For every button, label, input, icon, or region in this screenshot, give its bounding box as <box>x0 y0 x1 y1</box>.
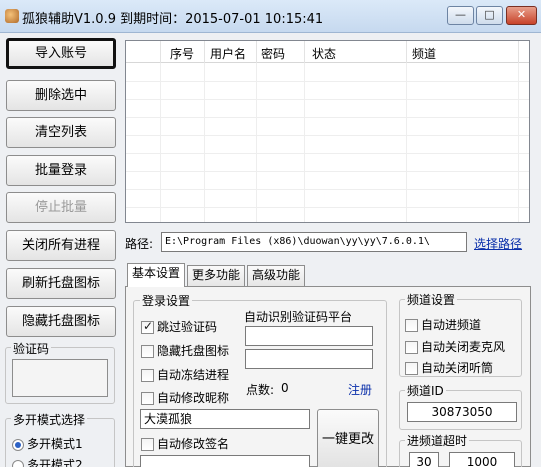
auto-enter-channel-checkbox[interactable]: 自动进频道 <box>405 316 481 333</box>
column-header-username[interactable]: 用户名 <box>210 45 246 62</box>
window-title: 孤狼辅助V1.0.9 到期时间：2015-07-01 10:15:41 <box>22 12 324 27</box>
auto-freeze-checkbox[interactable]: 自动冻结进程 <box>141 366 229 383</box>
minimize-button[interactable]: — <box>447 6 474 25</box>
checkbox-icon <box>141 438 154 451</box>
column-header-password[interactable]: 密码 <box>261 45 285 62</box>
login-settings-label: 登录设置 <box>140 292 193 309</box>
checkbox-icon <box>405 362 418 375</box>
checkbox-icon <box>405 319 418 332</box>
column-header-index[interactable]: 序号 <box>170 45 194 62</box>
clear-list-button[interactable]: 清空列表 <box>6 117 116 148</box>
captcha-image <box>12 359 108 397</box>
checkbox-icon <box>141 369 154 382</box>
checkbox-icon <box>141 392 154 405</box>
apply-changes-button[interactable]: 一键更改 <box>317 409 379 467</box>
captcha-label: 验证码 <box>11 340 52 357</box>
points-value: 0 <box>281 381 289 395</box>
timeout-input-2[interactable]: 1000 <box>449 452 515 467</box>
checkbox-icon <box>405 341 418 354</box>
path-label: 路径: <box>125 237 154 251</box>
signature-input[interactable]: ... <box>140 455 310 467</box>
column-header-channel[interactable]: 频道 <box>412 45 436 62</box>
app-icon <box>5 9 19 23</box>
choose-path-link[interactable]: 选择路径 <box>474 235 522 252</box>
batch-login-button[interactable]: 批量登录 <box>6 155 116 186</box>
tab-advanced-features[interactable]: 高级功能 <box>247 265 305 286</box>
hide-tray-icon-button[interactable]: 隐藏托盘图标 <box>6 306 116 337</box>
delete-selected-button[interactable]: 删除选中 <box>6 80 116 111</box>
captcha-platform-label: 自动识别验证码平台 <box>244 310 353 324</box>
checkbox-icon <box>141 345 154 358</box>
checkbox-icon <box>141 319 154 334</box>
multi-mode-2-option[interactable]: 多开模式2 <box>12 456 83 467</box>
refresh-tray-icon-button[interactable]: 刷新托盘图标 <box>6 268 116 299</box>
close-button[interactable]: ✕ <box>506 6 537 25</box>
tab-more-features[interactable]: 更多功能 <box>187 265 245 286</box>
tab-basic-settings[interactable]: 基本设置 <box>127 263 185 287</box>
auto-close-listen-checkbox[interactable]: 自动关闭听筒 <box>405 359 493 376</box>
title-bar: 孤狼辅助V1.0.9 到期时间：2015-07-01 10:15:41 — □ … <box>0 0 541 33</box>
captcha-platform-input-1[interactable] <box>245 326 373 346</box>
radio-icon <box>12 438 24 451</box>
multi-mode-label: 多开模式选择 <box>11 411 88 428</box>
maximize-button[interactable]: □ <box>476 6 503 25</box>
auto-close-mic-checkbox[interactable]: 自动关闭麦克风 <box>405 338 505 355</box>
table-header: 序号 用户名 密码 状态 频道 <box>126 41 529 63</box>
auto-nickname-checkbox[interactable]: 自动修改昵称 <box>141 389 229 406</box>
column-header-status[interactable]: 状态 <box>312 45 336 62</box>
auto-signature-checkbox[interactable]: 自动修改签名 <box>141 435 229 452</box>
points-label: 点数: <box>246 383 275 397</box>
captcha-platform-input-2[interactable] <box>245 349 373 369</box>
timeout-input-1[interactable]: 30 <box>409 452 439 467</box>
path-input[interactable]: E:\Program Files (x86)\duowan\yy\yy\7.6.… <box>161 232 467 252</box>
hide-tray-icon-checkbox[interactable]: 隐藏托盘图标 <box>141 342 229 359</box>
channel-id-label: 频道ID <box>405 382 446 399</box>
register-link[interactable]: 注册 <box>348 381 372 398</box>
radio-icon <box>12 459 24 467</box>
multi-mode-1-option[interactable]: 多开模式1 <box>12 435 83 452</box>
channel-settings-label: 频道设置 <box>405 291 458 308</box>
channel-id-input[interactable]: 30873050 <box>407 402 517 422</box>
account-table[interactable]: 序号 用户名 密码 状态 频道 <box>125 40 530 223</box>
close-all-processes-button[interactable]: 关闭所有进程 <box>6 230 116 261</box>
nickname-input[interactable]: 大漠孤狼 <box>140 409 310 429</box>
enter-timeout-label: 进频道超时 <box>405 432 470 449</box>
import-accounts-button[interactable]: 导入账号 <box>6 38 116 69</box>
skip-captcha-checkbox[interactable]: 跳过验证码 <box>141 318 217 335</box>
stop-batch-button: 停止批量 <box>6 192 116 223</box>
